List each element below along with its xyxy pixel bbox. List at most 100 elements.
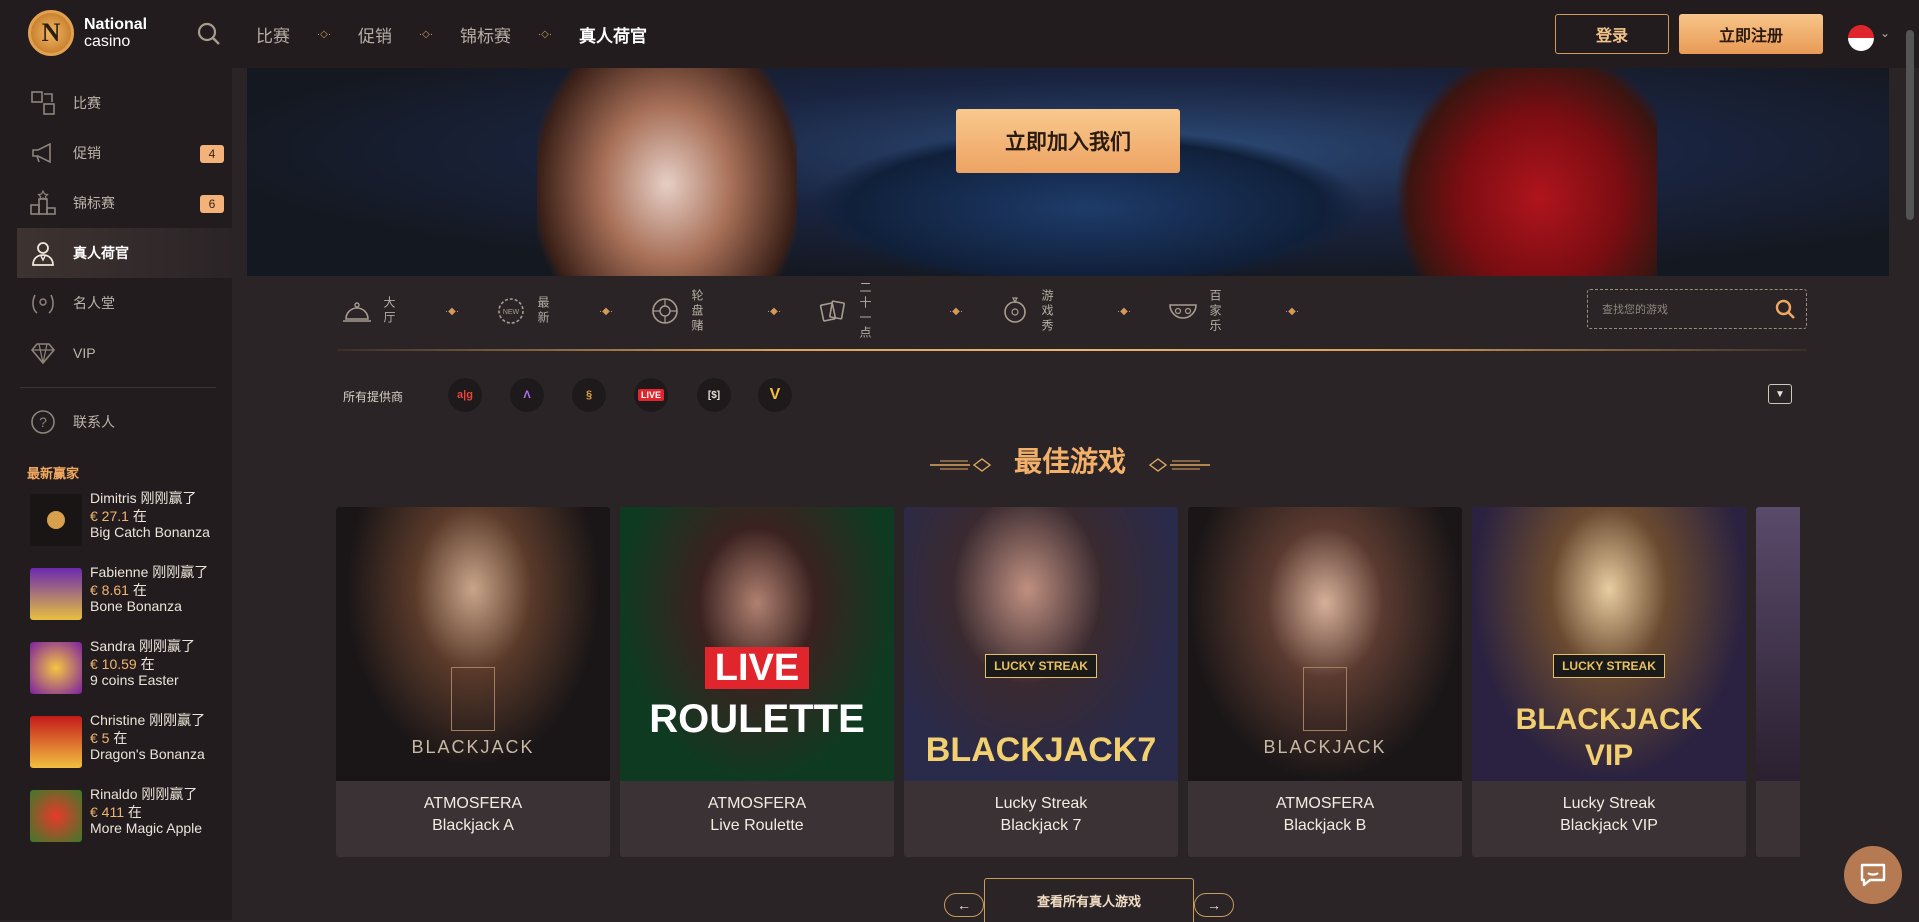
category-roulette[interactable]: 轮盘赌 <box>648 289 732 334</box>
sidebar-item-tournaments[interactable]: 锦标赛 6 <box>17 178 232 228</box>
roulette-icon <box>648 294 682 328</box>
scrollbar-thumb[interactable] <box>1906 30 1914 220</box>
game-card-image: LUCKY STREAK BLACKJACK7 <box>904 507 1178 781</box>
game-card-image: BLACKJACK <box>1188 507 1462 781</box>
svg-text:?: ? <box>39 414 47 430</box>
bell-icon <box>340 294 374 328</box>
game-thumbnail <box>30 568 82 620</box>
game-thumbnail <box>30 642 82 694</box>
nav-item-matches[interactable]: 比赛 <box>256 22 290 47</box>
chevron-down-icon[interactable]: ⌄ <box>1880 26 1890 40</box>
title-ornament-right-icon <box>1148 458 1210 472</box>
puzzle-icon <box>25 85 61 121</box>
game-provider: ATMOSFERA <box>1275 795 1375 812</box>
game-title: Blackjack A <box>432 817 514 834</box>
count-badge: 4 <box>200 145 224 163</box>
cards-icon <box>816 294 850 328</box>
separator-icon: ·◆· <box>444 305 460 317</box>
dealer-icon <box>25 235 61 271</box>
providers-label: 所有提供商 <box>343 390 404 404</box>
nav-separator-icon: ·◇· <box>537 29 553 40</box>
game-card[interactable]: LIVE ROULETTE ATMOSFERA Live Roulette <box>620 507 894 857</box>
game-card-partial[interactable] <box>1756 507 1800 857</box>
svg-text:NEW: NEW <box>503 309 520 316</box>
category-lobby[interactable]: 大厅 <box>340 294 410 328</box>
login-button[interactable]: 登录 <box>1555 14 1669 54</box>
provider-atmosfera-logo[interactable]: Λ <box>510 378 544 412</box>
arrow-left-icon[interactable]: ← <box>944 893 984 917</box>
search-icon[interactable] <box>196 21 222 47</box>
provider-ezugi-logo[interactable]: § <box>572 378 606 412</box>
register-button[interactable]: 立即注册 <box>1679 14 1823 54</box>
nav-item-live-casino[interactable]: 真人荷官 <box>579 22 647 47</box>
game-card-image: LUCKY STREAK BLACKJACK VIP <box>1472 507 1746 781</box>
provider-vivo-logo[interactable]: V <box>758 378 792 412</box>
game-provider: Lucky Streak <box>1562 795 1656 812</box>
game-provider: Lucky Streak <box>994 795 1088 812</box>
join-now-button[interactable]: 立即加入我们 <box>956 109 1180 173</box>
winner-item[interactable]: Christine 刚刚赢了 € 5 在 Dragon's Bonanza <box>30 710 225 768</box>
game-card[interactable]: BLACKJACK ATMOSFERA Blackjack A <box>336 507 610 857</box>
winner-item[interactable]: Rinaldo 刚刚赢了 € 411 在 More Magic Apple <box>30 784 225 842</box>
sidebar-item-label: 锦标赛 <box>73 195 115 211</box>
provider-live-logo[interactable]: LIVE <box>634 378 668 412</box>
category-new[interactable]: NEW 最新 <box>494 294 564 328</box>
sidebar-item-vip[interactable]: VIP <box>17 328 232 378</box>
winner-item[interactable]: Dimitris 刚刚赢了 € 27.1 在 Big Catch Bonanza <box>30 488 225 546</box>
game-card-image: LIVE ROULETTE <box>620 507 894 781</box>
help-icon: ? <box>25 404 61 440</box>
winner-item[interactable]: Sandra 刚刚赢了 € 10.59 在 9 coins Easter <box>30 636 225 694</box>
nav-separator-icon: ·◇· <box>316 29 332 40</box>
separator-icon: ·◆· <box>948 305 964 317</box>
separator-icon: ·◆· <box>1284 305 1300 317</box>
main-nav: 比赛 ·◇· 促销 ·◇· 锦标赛 ·◇· 真人荷官 <box>256 22 647 47</box>
view-all-live-games-button[interactable]: 查看所有真人游戏 <box>984 878 1194 922</box>
game-title: Blackjack VIP <box>1560 817 1658 834</box>
sidebar-item-label: 真人荷官 <box>73 245 129 261</box>
sidebar-item-promotions[interactable]: 促销 4 <box>17 128 232 178</box>
carousel-pager: ← 查看所有真人游戏 → <box>944 878 1234 922</box>
provider-luckystreak-logo[interactable]: [$] <box>697 378 731 412</box>
game-card-image: BLACKJACK <box>336 507 610 781</box>
sidebar-item-matches[interactable]: 比赛 <box>17 78 232 128</box>
game-thumbnail <box>30 716 82 768</box>
providers-expand-toggle[interactable]: ▼ <box>1768 384 1792 404</box>
game-search-input[interactable]: 查找您的游戏 <box>1587 289 1807 329</box>
game-card-image <box>1756 507 1800 781</box>
category-baccarat[interactable]: 百家乐 <box>1166 289 1250 334</box>
game-card[interactable]: LUCKY STREAK BLACKJACK VIP Lucky Streak B… <box>1472 507 1746 857</box>
game-provider: ATMOSFERA <box>707 795 807 812</box>
sidebar-item-contacts[interactable]: ? 联系人 <box>17 397 232 447</box>
category-bar: 大厅 ·◆· NEW 最新 ·◆· 轮盘赌 ·◆· 二十一点 ·◆· 游戏秀 ·… <box>340 276 1334 346</box>
game-provider: ATMOSFERA <box>423 795 523 812</box>
category-game-show[interactable]: 游戏秀 <box>998 289 1082 334</box>
chat-icon[interactable] <box>1844 846 1902 904</box>
hero-dealer-left-image <box>537 68 797 276</box>
best-games-carousel: BLACKJACK ATMOSFERA Blackjack A LIVE ROUL… <box>336 507 1800 857</box>
sidebar-item-label: VIP <box>73 345 96 361</box>
game-card[interactable]: LUCKY STREAK BLACKJACK7 Lucky Streak Blac… <box>904 507 1178 857</box>
sidebar: 比赛 促销 4 锦标赛 6 真人荷官 名人堂 VIP ? 联系人 最新赢家 Di… <box>0 68 232 920</box>
game-card[interactable]: BLACKJACK ATMOSFERA Blackjack B <box>1188 507 1462 857</box>
sidebar-item-label: 促销 <box>73 145 101 161</box>
winner-item[interactable]: Fabienne 刚刚赢了 € 8.61 在 Bone Bonanza <box>30 562 225 620</box>
sidebar-item-label: 比赛 <box>73 95 101 111</box>
divider <box>337 349 1807 351</box>
arrow-right-icon[interactable]: → <box>1194 893 1234 917</box>
provider-ag-logo[interactable]: a|g <box>448 378 482 412</box>
nav-item-tournaments[interactable]: 锦标赛 <box>460 22 511 47</box>
game-title: Live Roulette <box>710 817 804 834</box>
search-icon[interactable] <box>1774 298 1796 320</box>
sg-flag-icon[interactable] <box>1848 25 1874 51</box>
nav-item-promotions[interactable]: 促销 <box>358 22 392 47</box>
brand-logo[interactable]: N National casino <box>28 10 147 56</box>
megaphone-icon <box>25 135 61 171</box>
game-title: Blackjack B <box>1283 817 1367 834</box>
separator-icon: ·◆· <box>766 305 782 317</box>
sidebar-item-hall-of-fame[interactable]: 名人堂 <box>17 278 232 328</box>
sidebar-item-live-dealer[interactable]: 真人荷官 <box>17 228 232 278</box>
category-blackjack[interactable]: 二十一点 <box>816 281 914 341</box>
new-badge-icon: NEW <box>494 294 528 328</box>
hero-dealer-right-image <box>1397 68 1657 276</box>
diamond-icon <box>25 335 61 371</box>
